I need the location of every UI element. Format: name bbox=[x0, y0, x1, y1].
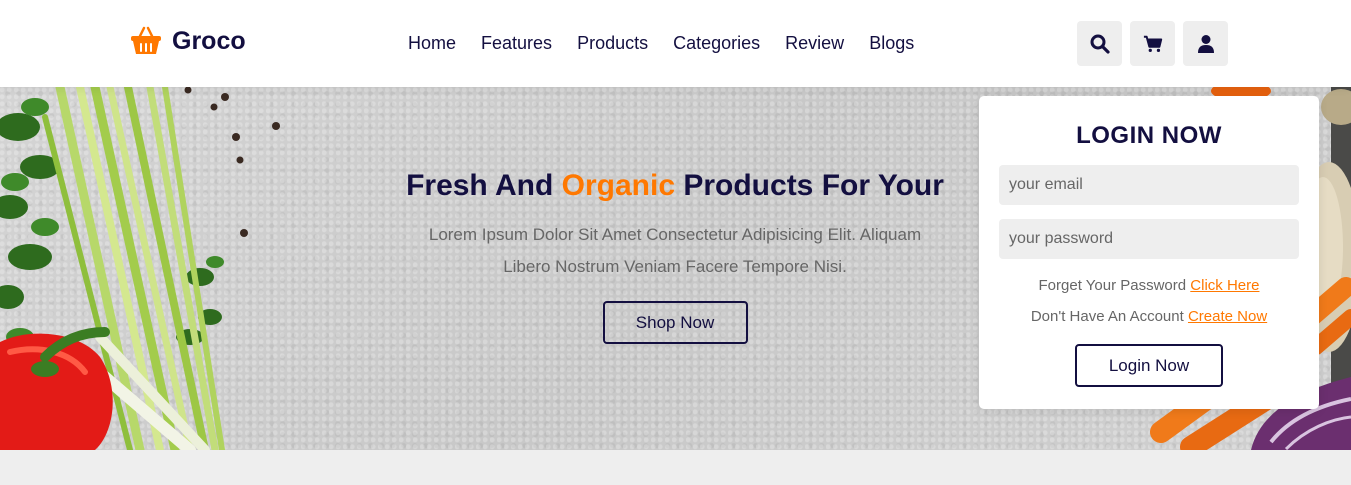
vegetables-left-image bbox=[0, 87, 229, 450]
search-button[interactable] bbox=[1077, 21, 1122, 66]
search-icon bbox=[1090, 34, 1110, 54]
cart-button[interactable] bbox=[1130, 21, 1175, 66]
hero-content: Fresh And Organic Products For Your Lore… bbox=[360, 169, 990, 344]
nav-categories[interactable]: Categories bbox=[673, 31, 760, 55]
login-title: LOGIN NOW bbox=[1076, 122, 1222, 149]
login-form: LOGIN NOW Forget Your Password Click Her… bbox=[979, 96, 1319, 409]
hero-title-part1: Fresh And bbox=[406, 169, 562, 202]
basket-icon bbox=[131, 26, 161, 54]
signup-text: Don't Have An Account Create Now bbox=[999, 308, 1299, 325]
hero-title-accent: Organic bbox=[561, 169, 676, 202]
nav-home[interactable]: Home bbox=[408, 31, 456, 55]
forgot-password-link[interactable]: Click Here bbox=[1190, 277, 1259, 294]
login-button[interactable]: Login Now bbox=[1075, 344, 1223, 387]
site-header: Groco Home Features Products Categories … bbox=[0, 0, 1351, 87]
signup-label: Don't Have An Account bbox=[1030, 308, 1188, 325]
nav-products[interactable]: Products bbox=[577, 31, 648, 55]
email-input[interactable] bbox=[999, 165, 1299, 205]
logo[interactable]: Groco bbox=[130, 26, 246, 56]
main-nav: Home Features Products Categories Review… bbox=[408, 31, 939, 55]
peppercorns-image bbox=[232, 122, 280, 237]
nav-features[interactable]: Features bbox=[481, 31, 552, 55]
hero-description: Lorem Ipsum Dolor Sit Amet Consectetur A… bbox=[428, 225, 922, 276]
user-icon bbox=[1197, 34, 1214, 53]
password-input[interactable] bbox=[999, 219, 1299, 259]
hero-title-part2: Products For Your bbox=[675, 169, 944, 202]
shop-now-button[interactable]: Shop Now bbox=[602, 301, 748, 344]
create-account-link[interactable]: Create Now bbox=[1188, 308, 1267, 325]
header-icons bbox=[1077, 21, 1228, 66]
nav-review[interactable]: Review bbox=[785, 31, 844, 55]
user-button[interactable] bbox=[1183, 21, 1228, 66]
brand-name: Groco bbox=[172, 26, 246, 55]
forgot-password-label: Forget Your Password bbox=[1038, 277, 1191, 294]
cart-icon bbox=[1143, 35, 1162, 52]
hero-title: Fresh And Organic Products For Your bbox=[360, 169, 990, 203]
nav-blogs[interactable]: Blogs bbox=[869, 31, 914, 55]
forgot-password-text: Forget Your Password Click Here bbox=[999, 277, 1299, 294]
